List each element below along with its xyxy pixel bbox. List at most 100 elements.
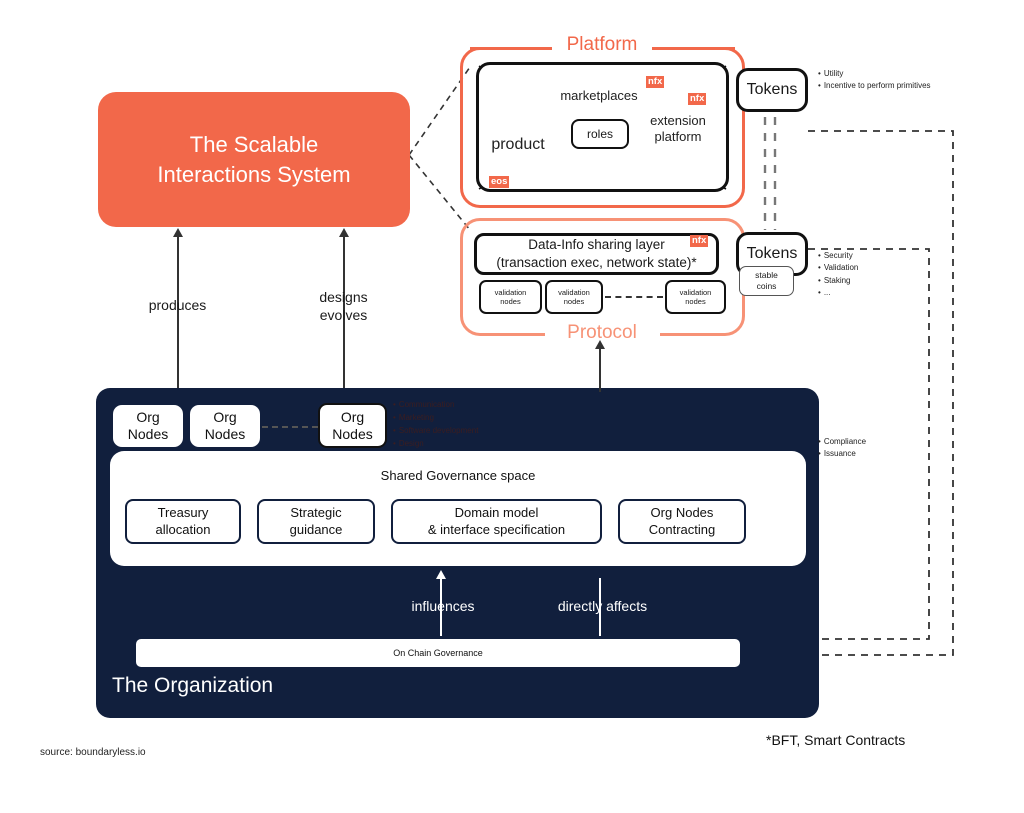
gb2-line2: guidance	[289, 521, 343, 537]
capability-2: Marketing	[393, 411, 543, 424]
stable-coins-line2: coins	[756, 281, 777, 291]
scalable-interactions-system-box: The Scalable Interactions System	[98, 92, 410, 227]
organization-title: The Organization	[112, 674, 274, 697]
stable-coins-text: stable coins	[755, 270, 778, 291]
stable-coins-line1: stable	[755, 270, 778, 281]
on3-line1: Org	[340, 408, 365, 425]
capability-1: Communication	[393, 398, 543, 411]
influences-arrow-head	[436, 570, 446, 579]
evolves-label: evolves	[319, 307, 368, 324]
designs-evolves-label: designs evolves	[296, 288, 391, 324]
platform-label-rule-right	[652, 47, 735, 50]
sis-title-line2: Interactions System	[157, 161, 351, 187]
governance-box-org-nodes-contracting: Org Nodes Contracting	[618, 499, 746, 544]
validation-node-3: validation nodes	[665, 280, 726, 314]
roles-box: roles	[571, 119, 629, 149]
governance-box-strategic-guidance: Strategic guidance	[257, 499, 375, 544]
tokens-top-bullets: Utility Incentive to perform primitives	[818, 68, 1008, 93]
platform-extension-label: extension platform	[638, 113, 718, 146]
roles-label: roles	[586, 127, 613, 141]
validation-node-3-text: validation nodes	[680, 288, 712, 307]
produces-arrow-head	[173, 228, 183, 237]
org-node-3: Org Nodes	[318, 403, 387, 448]
data-info-line1: Data-Info sharing layer	[528, 237, 665, 253]
vn3-line2: nodes	[685, 297, 706, 306]
vn1-line1: validation	[494, 287, 527, 297]
tokens-bottom-bullet-4: ...	[818, 287, 948, 299]
sis-title: The Scalable Interactions System	[157, 130, 350, 189]
data-info-sharing-layer-box: Data-Info sharing layer (transaction exe…	[474, 233, 719, 275]
on1-line1: Org	[136, 409, 160, 426]
produces-label: produces	[148, 297, 207, 313]
org-node-1: Org Nodes	[113, 405, 183, 447]
on3-line2: Nodes	[332, 425, 373, 442]
nfx-tag-icon-2: nfx	[688, 93, 707, 106]
org-node-3-text: Org Nodes	[332, 409, 372, 443]
gb3-line1: Domain model	[454, 504, 539, 520]
gb4-line1: Org Nodes	[650, 504, 714, 520]
tokens-bottom-bullet-2: Validation	[818, 262, 948, 274]
validation-node-2: validation nodes	[545, 280, 603, 314]
validation-node-1-text: validation nodes	[495, 288, 527, 307]
tokens-link-dashes	[763, 117, 777, 230]
on1-line2: Nodes	[127, 426, 169, 442]
nfx-tag-icon-1: nfx	[646, 76, 665, 89]
platform-label-rule-left	[470, 47, 552, 50]
vn3-line1: validation	[679, 287, 712, 297]
on-chain-governance-label: On Chain Governance	[393, 648, 483, 658]
platform-product-label: product	[491, 136, 545, 153]
data-info-text: Data-Info sharing layer (transaction exe…	[496, 236, 696, 271]
extension-line1: extension	[650, 113, 706, 128]
platform-marketplaces-label: marketplaces	[560, 88, 638, 103]
org-nodes-dashed-link	[262, 426, 318, 428]
tokens-top-label: Tokens	[746, 81, 798, 98]
tokens-bottom-label: Tokens	[746, 245, 798, 262]
vn2-line1: validation	[558, 287, 590, 297]
gb1-text: Treasury allocation	[156, 505, 211, 538]
gb3-line2: & interface specification	[427, 521, 566, 537]
org-bullet-compliance: Compliance	[818, 436, 948, 448]
governance-box-domain-model: Domain model & interface specification	[391, 499, 602, 544]
sis-title-line1: The Scalable	[189, 131, 319, 157]
footnote-text: *BFT, Smart Contracts	[766, 732, 906, 748]
on2-line1: Org	[213, 409, 237, 426]
governance-box-treasury-allocation: Treasury allocation	[125, 499, 241, 544]
shared-governance-space-title: Shared Governance space	[380, 468, 536, 483]
extension-line2: platform	[654, 129, 702, 145]
validation-node-1: validation nodes	[479, 280, 542, 314]
capability-3: Software development	[393, 424, 543, 437]
org-node-2: Org Nodes	[190, 405, 260, 447]
designs-label: designs	[319, 289, 368, 305]
gb1-line2: allocation	[155, 521, 211, 537]
gb2-line1: Strategic	[290, 504, 342, 520]
gb1-line1: Treasury	[157, 504, 209, 520]
gb4-text: Org Nodes Contracting	[649, 505, 715, 538]
designs-evolves-arrow-head	[339, 228, 349, 237]
diagram-canvas: The Scalable Interactions System Platfor…	[0, 0, 1024, 813]
validation-node-2-text: validation nodes	[558, 288, 590, 307]
org-node-2-text: Org Nodes	[205, 409, 245, 443]
validation-nodes-dashed-link	[605, 296, 663, 298]
data-info-line2: (transaction exec, network state)*	[496, 255, 697, 270]
org-bullet-issuance: Issuance	[818, 448, 948, 460]
vn2-line2: nodes	[563, 297, 585, 306]
tokens-bottom-bullet-3: Staking	[818, 275, 948, 287]
influences-label: influences	[411, 598, 475, 614]
vn1-line2: nodes	[500, 297, 521, 306]
organization-right-bullets: Compliance Issuance	[818, 436, 948, 461]
source-credit: source: boundaryless.io	[40, 747, 146, 758]
gb3-text: Domain model & interface specification	[428, 505, 565, 538]
tokens-box-top: Tokens	[736, 68, 808, 112]
eos-tag-icon: eos	[489, 176, 510, 189]
tokens-bottom-bullets: Security Validation Staking ...	[818, 250, 948, 300]
tokens-top-bullet-2: Incentive to perform primitives	[818, 80, 1008, 92]
stable-coins-box: stable coins	[739, 266, 794, 296]
gb2-text: Strategic guidance	[290, 505, 343, 538]
gb4-line2: Contracting	[648, 521, 716, 537]
org-to-protocol-arrow-head	[595, 340, 605, 349]
org-to-protocol-arrow-line	[599, 348, 601, 392]
platform-group-label: Platform	[552, 34, 652, 56]
org-node-1-text: Org Nodes	[128, 409, 168, 443]
capability-4: Design	[393, 437, 543, 450]
tokens-bottom-bullet-1: Security	[818, 250, 948, 262]
